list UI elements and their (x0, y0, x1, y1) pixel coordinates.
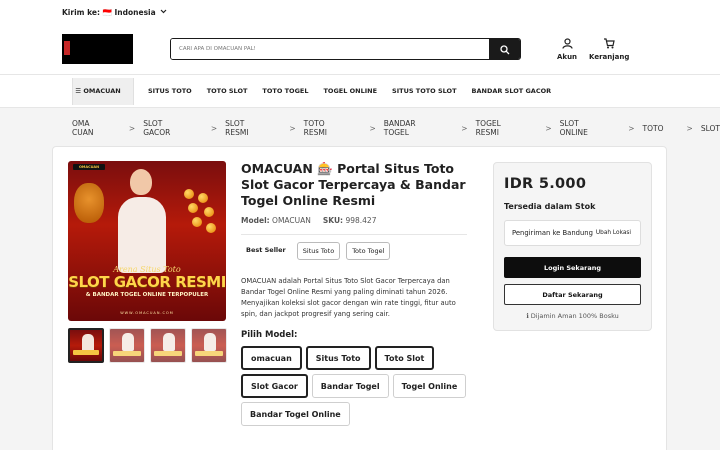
site-header: Akun Keranjang (0, 24, 720, 75)
tiger-illustration (74, 183, 104, 223)
register-button[interactable]: Daftar Sekarang (504, 284, 641, 305)
cart-label: Keranjang (589, 52, 630, 61)
lottery-balls-illustration (180, 189, 220, 249)
image-headline: SLOT GACOR RESMI (68, 273, 226, 291)
variant-option[interactable]: Bandar Togel (311, 374, 389, 398)
thumbnail[interactable] (109, 328, 145, 363)
variant-option[interactable]: Bandar Togel Online (241, 402, 350, 426)
image-url: WWW.OMACUAN.COM (120, 311, 174, 315)
nav-link-toto-slot[interactable]: TOTO SLOT (207, 87, 248, 95)
variant-option[interactable]: Situs Toto (305, 346, 371, 370)
variant-option[interactable]: Toto Slot (374, 346, 435, 370)
model-illustration (110, 167, 174, 273)
user-icon (561, 37, 573, 53)
search-button[interactable] (489, 39, 520, 59)
breadcrumb: OMA CUAN > SLOT GACOR > SLOT RESMI > TOT… (72, 119, 720, 137)
shipping-text: Pengiriman ke Bandung (512, 229, 593, 237)
search-bar (170, 38, 521, 60)
breadcrumb-item[interactable]: SLOT RESMI (225, 119, 266, 137)
tag-situs-toto[interactable]: Situs Toto (296, 242, 341, 260)
cart-icon (603, 37, 615, 53)
thumbnail[interactable] (191, 328, 227, 363)
breadcrumb-item[interactable]: SLOT ONLINE (560, 119, 606, 137)
nav-link-bandar-slot-gacor[interactable]: BANDAR SLOT GACOR (472, 87, 552, 95)
thumbnail-strip (68, 328, 227, 363)
thumbnail[interactable] (150, 328, 186, 363)
nav-link-toto-togel[interactable]: TOTO TOGEL (262, 87, 308, 95)
tag-best-seller: Best Seller (241, 242, 291, 260)
model-label: Model: (241, 216, 270, 225)
product-title: OMACUAN 🎰 Portal Situs Toto Slot Gacor T… (241, 161, 466, 208)
site-logo[interactable] (62, 34, 133, 64)
thumbnail[interactable] (68, 328, 104, 363)
nav-link-situs-toto-slot[interactable]: SITUS TOTO SLOT (392, 87, 457, 95)
account-button[interactable]: Akun (557, 37, 578, 61)
login-button[interactable]: Login Sekarang (504, 257, 641, 278)
tag-toto-togel[interactable]: Toto Togel (346, 242, 391, 260)
nav-link-situs-toto[interactable]: SITUS TOTO (148, 87, 192, 95)
image-brand-badge: OMACUAN (73, 164, 105, 170)
sku-label: SKU: (322, 216, 344, 225)
ship-to-bar[interactable]: Kirim ke: 🇮🇩 Indonesia (0, 0, 720, 24)
product-meta: Model: OMACUAN SKU: 998.427 (241, 216, 376, 225)
breadcrumb-item[interactable]: TOTO RESMI (304, 119, 347, 137)
search-icon (499, 40, 510, 59)
breadcrumb-item[interactable]: TOGEL RESMI (476, 119, 523, 137)
breadcrumb-item[interactable]: SLOT (701, 124, 720, 133)
product-price: IDR 5.000 (504, 176, 587, 192)
variant-option[interactable]: Slot Gacor (241, 374, 308, 398)
cart-button[interactable]: Keranjang (589, 37, 630, 61)
category-menu-button[interactable]: ☰ OMACUAN (72, 77, 134, 105)
nav-link-togel-online[interactable]: TOGEL ONLINE (323, 87, 377, 95)
variant-option[interactable]: Togel Online (392, 374, 467, 398)
ship-to-label: Kirim ke: 🇮🇩 Indonesia (62, 7, 156, 17)
variant-label: Pilih Model: (241, 330, 298, 340)
variant-options: omacuan Situs Toto Toto Slot Slot Gacor … (241, 346, 473, 426)
shipping-location[interactable]: Pengiriman ke Bandung Ubah Lokasi (504, 220, 641, 246)
image-subline: & BANDAR TOGEL ONLINE TERPOPULER (85, 292, 209, 298)
breadcrumb-item[interactable]: BANDAR TOGEL (384, 119, 439, 137)
account-label: Akun (557, 52, 578, 61)
safety-note: ℹ Dijamin Aman 100% Bosku (526, 312, 619, 320)
main-nav: ☰ OMACUAN SITUS TOTO TOTO SLOT TOTO TOGE… (0, 75, 720, 108)
product-tags: Best Seller Situs Toto Toto Togel (241, 242, 391, 260)
product-main-image[interactable]: OMACUAN Arena Situs Toto SLOT GACOR RESM… (68, 161, 226, 321)
change-location-link[interactable]: Ubah Lokasi (596, 230, 631, 236)
product-description: OMACUAN adalah Portal Situs Toto Slot Ga… (241, 277, 456, 318)
model-value: OMACUAN (272, 216, 311, 225)
chevron-down-icon (160, 8, 167, 16)
variant-option[interactable]: omacuan (241, 346, 302, 370)
breadcrumb-item[interactable]: TOTO (643, 124, 664, 133)
stock-status: Tersedia dalam Stok (504, 202, 596, 211)
breadcrumb-item[interactable]: OMA CUAN (72, 119, 110, 137)
breadcrumb-item[interactable]: SLOT GACOR (143, 119, 188, 137)
search-input[interactable] (171, 39, 489, 59)
divider (241, 234, 467, 235)
sku-value: 998.427 (345, 216, 377, 225)
